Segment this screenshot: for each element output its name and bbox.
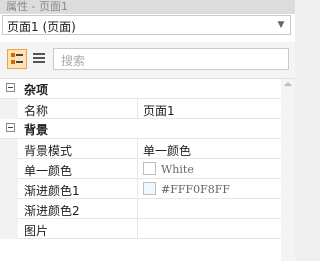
row-gutter: [0, 139, 18, 159]
panel-title-bar: 属性 - 页面1: [0, 0, 295, 14]
object-selector-value: 页面1 (页面): [7, 20, 76, 34]
categorized-view-button[interactable]: [7, 49, 27, 69]
property-row-name[interactable]: 名称 页面1: [0, 99, 281, 119]
column-divider[interactable]: [137, 179, 138, 199]
list-view-icon: [33, 53, 45, 63]
property-row-gradient-color-2[interactable]: 渐进颜色2: [0, 199, 281, 219]
property-value[interactable]: #FFF0F8FF: [161, 183, 230, 196]
column-divider[interactable]: [137, 139, 138, 159]
property-name: 渐进颜色1: [24, 184, 80, 198]
column-divider[interactable]: [137, 99, 138, 119]
property-row-solid-color[interactable]: 单一颜色 White: [0, 159, 281, 179]
category-misc[interactable]: 杂项: [0, 79, 281, 99]
category-background[interactable]: 背景: [0, 119, 281, 139]
property-name: 单一颜色: [24, 164, 73, 178]
property-name: 名称: [24, 104, 49, 118]
properties-toolbar: 搜索: [0, 42, 295, 79]
property-name: 图片: [24, 224, 49, 238]
category-label: 背景: [24, 123, 49, 137]
category-label: 杂项: [24, 83, 49, 97]
object-selector[interactable]: 页面1 (页面) ▼: [2, 15, 291, 35]
property-row-gradient-color-1[interactable]: 渐进颜色1 #FFF0F8FF: [0, 179, 281, 199]
property-value[interactable]: 页面1: [143, 102, 175, 119]
row-gutter: [0, 99, 18, 119]
property-grid: 杂项 名称 页面1 背景 背景模式 单一颜色 单一颜色 White 渐进颜色1 …: [0, 79, 281, 261]
collapse-icon[interactable]: [6, 83, 15, 92]
property-row-image[interactable]: 图片: [0, 219, 281, 239]
column-divider[interactable]: [137, 219, 138, 239]
property-name: 渐进颜色2: [24, 204, 80, 218]
color-swatch[interactable]: [143, 162, 156, 175]
collapse-icon[interactable]: [6, 123, 15, 132]
chevron-down-icon[interactable]: ▼: [275, 20, 287, 31]
property-row-background-mode[interactable]: 背景模式 单一颜色: [0, 139, 281, 159]
property-name: 背景模式: [24, 144, 73, 158]
vertical-scrollbar[interactable]: [281, 79, 295, 261]
properties-panel: 属性 - 页面1 页面1 (页面) ▼ 搜索 杂项 名称 页面1 背景 背景模式…: [0, 0, 295, 261]
row-gutter: [0, 219, 18, 239]
row-gutter: [0, 199, 18, 219]
property-search-box[interactable]: 搜索: [53, 48, 289, 70]
property-value[interactable]: White: [161, 163, 194, 176]
color-swatch[interactable]: [143, 182, 156, 195]
row-gutter: [0, 159, 18, 179]
categorized-view-icon: [11, 53, 23, 64]
row-gutter: [0, 179, 18, 199]
column-divider[interactable]: [137, 159, 138, 179]
scroll-up-icon[interactable]: [284, 82, 292, 86]
property-value[interactable]: 单一颜色: [143, 142, 191, 159]
search-placeholder: 搜索: [61, 54, 86, 68]
alphabetical-view-button[interactable]: [30, 49, 50, 69]
column-divider[interactable]: [137, 199, 138, 219]
panel-title: 属性 - 页面1: [6, 0, 68, 13]
